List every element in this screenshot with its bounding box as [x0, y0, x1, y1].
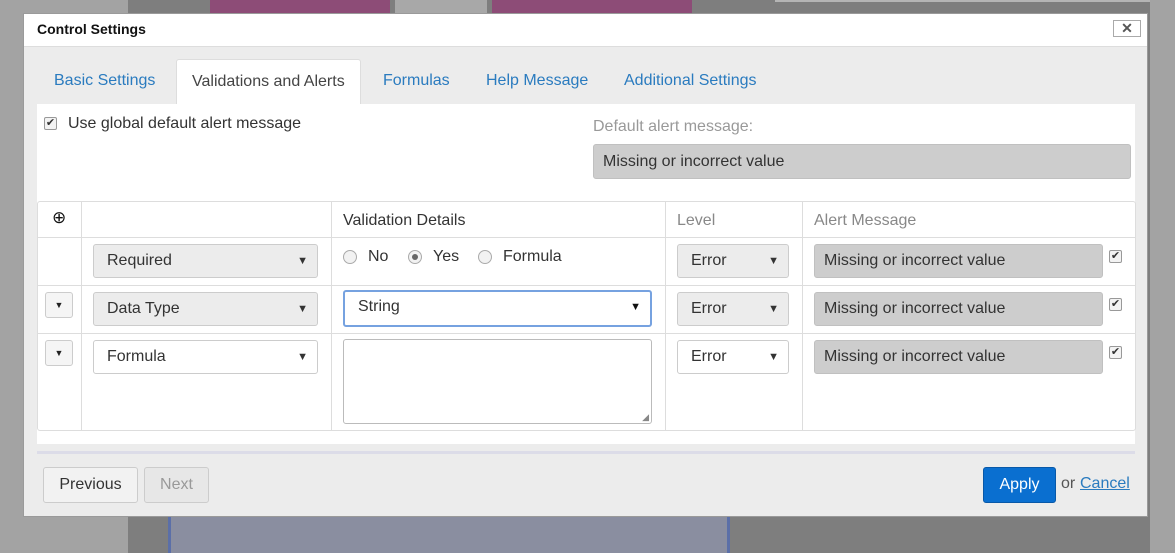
tab-validations-and-alerts[interactable]: Validations and Alerts — [176, 59, 361, 106]
rule-type-value: Required — [107, 252, 172, 269]
formula-textarea[interactable]: ◢ — [343, 339, 652, 424]
header-level: Level — [677, 212, 716, 229]
dialog-title: Control Settings — [37, 21, 146, 37]
background-tile — [210, 0, 390, 14]
radio-formula-label: Formula — [503, 248, 562, 265]
background-divider — [775, 0, 1150, 2]
tab-formulas[interactable]: Formulas — [383, 59, 450, 105]
level-select[interactable]: Error ▼ — [677, 340, 789, 374]
header-validation-details: Validation Details — [343, 212, 466, 229]
grid-divider — [38, 285, 1135, 286]
rule-type-select[interactable]: Formula ▼ — [93, 340, 318, 374]
rule-type-value: Data Type — [107, 300, 180, 317]
validation-grid: ⊕ Validation Details Level Alert Message… — [37, 201, 1136, 431]
data-type-value: String — [358, 298, 400, 315]
dialog-header: Control Settings ✕ — [24, 14, 1147, 47]
background-tile — [492, 0, 692, 14]
data-type-select[interactable]: String ▼ — [343, 290, 652, 327]
alert-message-checkbox[interactable]: ✔ — [1109, 346, 1122, 359]
alert-message-field: Missing or incorrect value — [814, 244, 1103, 278]
rule-type-select[interactable]: Data Type ▼ — [93, 292, 318, 326]
rule-type-value: Formula — [107, 348, 166, 365]
tab-help-message[interactable]: Help Message — [486, 59, 588, 105]
grid-divider — [38, 333, 1135, 334]
tab-additional-settings[interactable]: Additional Settings — [624, 59, 757, 105]
control-settings-dialog: Control Settings ✕ Basic Settings Valida… — [23, 13, 1148, 517]
tab-basic-settings[interactable]: Basic Settings — [54, 59, 155, 105]
chevron-down-icon: ▼ — [768, 303, 779, 315]
default-alert-label: Default alert message: — [593, 118, 754, 135]
chevron-down-icon: ▼ — [297, 255, 308, 267]
header-alert-message: Alert Message — [814, 212, 917, 229]
background-card — [168, 516, 730, 553]
cancel-link[interactable]: Cancel — [1080, 475, 1130, 493]
chevron-down-icon: ▼ — [297, 351, 308, 363]
radio-formula[interactable] — [478, 250, 492, 264]
level-value: Error — [691, 348, 727, 365]
alert-message-field: Missing or incorrect value — [814, 292, 1103, 326]
resize-handle-icon[interactable]: ◢ — [642, 412, 649, 423]
alert-message-field: Missing or incorrect value — [814, 340, 1103, 374]
alert-message-checkbox[interactable]: ✔ — [1109, 298, 1122, 311]
background-page-right — [1150, 0, 1175, 553]
radio-yes[interactable] — [408, 250, 422, 264]
global-alert-checkbox[interactable]: ✔ — [44, 117, 57, 130]
radio-no[interactable] — [343, 250, 357, 264]
radio-yes-label: Yes — [433, 248, 460, 265]
chevron-down-icon: ▼ — [630, 301, 641, 313]
next-button[interactable]: Next — [144, 467, 209, 503]
chevron-down-icon: ▼ — [768, 351, 779, 363]
row-options-button[interactable]: ▼ — [45, 340, 73, 366]
chevron-down-icon: ▼ — [768, 255, 779, 267]
or-text: or — [1061, 475, 1076, 492]
default-alert-field: Missing or incorrect value — [593, 144, 1131, 179]
close-icon[interactable]: ✕ — [1113, 20, 1141, 37]
validations-panel: ✔ Use global default alert message Defau… — [37, 104, 1136, 444]
level-select[interactable]: Error ▼ — [677, 244, 789, 278]
grid-divider — [38, 237, 1135, 238]
alert-message-checkbox[interactable]: ✔ — [1109, 250, 1122, 263]
row-options-button[interactable]: ▼ — [45, 292, 73, 318]
add-rule-icon[interactable]: ⊕ — [52, 208, 66, 228]
level-value: Error — [691, 300, 727, 317]
background-tile — [395, 0, 487, 14]
radio-no-label: No — [368, 248, 389, 265]
rule-type-select[interactable]: Required ▼ — [93, 244, 318, 278]
level-value: Error — [691, 252, 727, 269]
previous-button[interactable]: Previous — [43, 467, 138, 503]
footer-divider — [37, 451, 1135, 454]
apply-button[interactable]: Apply — [983, 467, 1056, 503]
global-alert-label: Use global default alert message — [68, 115, 302, 132]
chevron-down-icon: ▼ — [297, 303, 308, 315]
level-select[interactable]: Error ▼ — [677, 292, 789, 326]
